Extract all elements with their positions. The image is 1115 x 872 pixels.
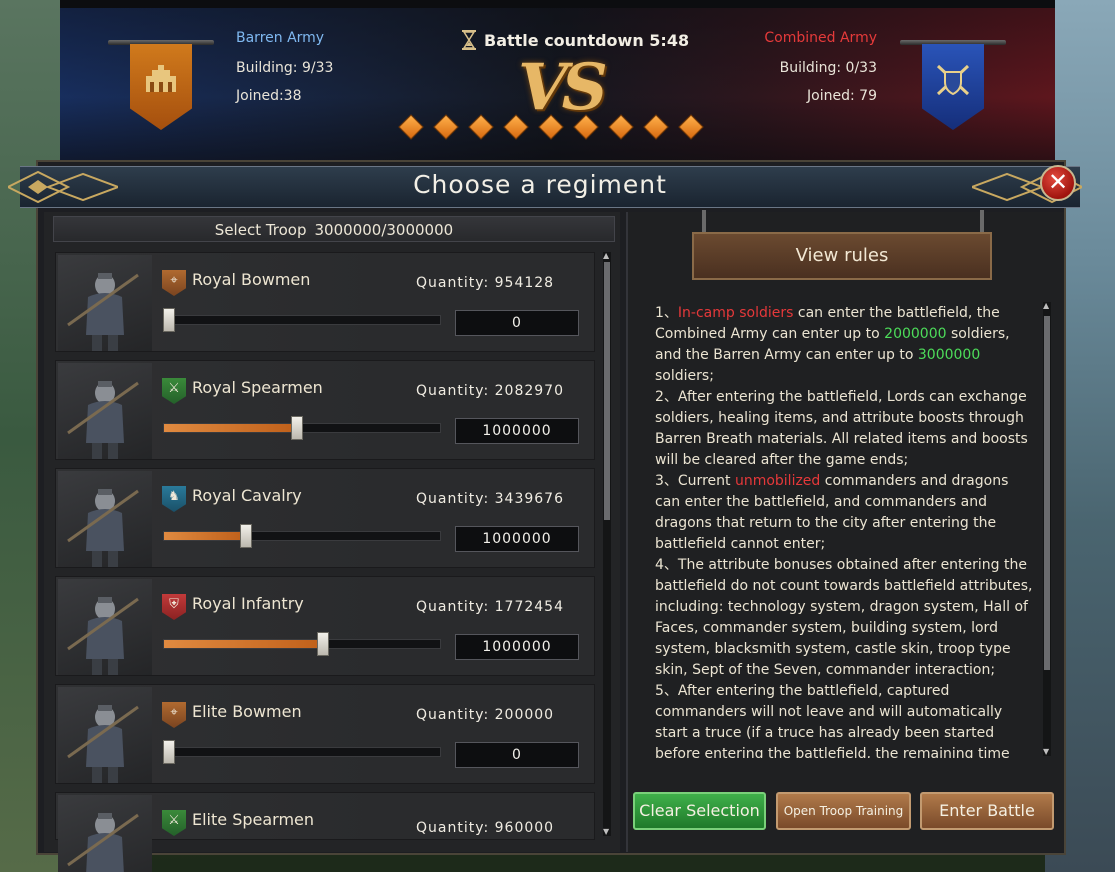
progress-diamonds — [398, 114, 704, 140]
scroll-up-icon[interactable]: ▲ — [1043, 301, 1049, 310]
right-joined-count: Joined: 79 — [807, 88, 877, 104]
rule-1: 1、In-camp soldiers can enter the battlef… — [655, 305, 1010, 384]
quantity-slider[interactable] — [163, 315, 441, 325]
horse-icon: ♞ — [162, 486, 186, 512]
troop-name: Royal Spearmen — [192, 378, 323, 397]
bow-icon: ⌖ — [162, 270, 186, 296]
troop-quantity: Quantity: 200000 — [416, 707, 555, 723]
quantity-slider[interactable] — [163, 639, 441, 649]
castle-icon — [142, 62, 180, 98]
troop-name: Royal Bowmen — [192, 270, 311, 289]
slider-handle[interactable] — [163, 308, 175, 332]
soldier-portrait — [58, 687, 152, 783]
rule-5: 5、After entering the battlefield, captur… — [655, 683, 1010, 758]
diamond-marker — [398, 114, 424, 140]
left-building-count: Building: 9/33 — [236, 60, 334, 76]
select-troop-label: Select Troop — [214, 221, 307, 239]
troop-name: Royal Infantry — [192, 594, 304, 613]
rule-2: 2、After entering the battlefield, Lords … — [655, 389, 1028, 468]
troop-quantity: Quantity: 954128 — [416, 275, 555, 291]
troop-name: Royal Cavalry — [192, 486, 302, 505]
troop-quantity: Quantity: 2082970 — [416, 383, 564, 399]
shield-icon: ⛨ — [162, 594, 186, 620]
close-icon: ✕ — [1047, 168, 1069, 196]
slider-fill — [164, 532, 245, 540]
barren-army-banner — [108, 40, 214, 132]
battle-countdown: Battle countdown 5:48 — [462, 30, 689, 50]
diamond-marker — [503, 114, 529, 140]
dialog-title: Choose a regiment — [413, 170, 667, 199]
troop-row[interactable]: ⌖ Royal Bowmen Quantity: 954128 0 — [55, 252, 595, 352]
quantity-input[interactable]: 1000000 — [455, 526, 579, 552]
quantity-input[interactable]: 0 — [455, 310, 579, 336]
left-joined-count: Joined:38 — [236, 88, 302, 104]
troop-name: Elite Bowmen — [192, 702, 302, 721]
troop-row[interactable]: ⚔ Royal Spearmen Quantity: 2082970 1000000 — [55, 360, 595, 460]
view-rules-button[interactable]: View rules — [692, 232, 992, 280]
scroll-down-icon[interactable]: ▼ — [1043, 747, 1049, 756]
enter-battle-button[interactable]: Enter Battle — [920, 792, 1054, 830]
right-building-count: Building: 0/33 — [779, 60, 877, 76]
spear-icon: ⚔ — [162, 810, 186, 836]
soldier-portrait — [58, 579, 152, 675]
close-button[interactable]: ✕ — [1040, 165, 1076, 201]
soldier-portrait — [58, 363, 152, 459]
combined-army-banner — [900, 40, 1006, 132]
vs-emblem: VS — [518, 50, 608, 125]
scroll-up-icon[interactable]: ▲ — [603, 251, 609, 260]
slider-handle[interactable] — [317, 632, 329, 656]
quantity-input[interactable]: 1000000 — [455, 634, 579, 660]
scrollbar-thumb[interactable] — [604, 262, 610, 520]
troop-quantity: Quantity: 1772454 — [416, 599, 564, 615]
slider-handle[interactable] — [291, 416, 303, 440]
crossed-swords-icon — [934, 62, 972, 98]
slider-fill — [164, 424, 297, 432]
rules-scrollbar[interactable] — [1043, 302, 1051, 756]
hourglass-icon — [462, 30, 476, 50]
quantity-input[interactable]: 0 — [455, 742, 579, 768]
troop-row[interactable]: ♞ Royal Cavalry Quantity: 3439676 1000000 — [55, 468, 595, 568]
diamond-marker — [608, 114, 634, 140]
select-troop-bar: Select Troop 3000000/3000000 — [53, 216, 615, 242]
diamond-marker — [433, 114, 459, 140]
quantity-input[interactable]: 1000000 — [455, 418, 579, 444]
bow-icon: ⌖ — [162, 702, 186, 728]
clear-selection-button[interactable]: Clear Selection — [633, 792, 766, 830]
open-troop-training-button[interactable]: Open Troop Training — [776, 792, 911, 830]
diamond-marker — [573, 114, 599, 140]
troop-row[interactable]: ⚔ Elite Spearmen Quantity: 960000 — [55, 792, 595, 872]
rule-3: 3、Current unmobilized commanders and dra… — [655, 473, 1009, 552]
countdown-text: Battle countdown 5:48 — [484, 31, 690, 50]
troop-name: Elite Spearmen — [192, 810, 315, 829]
slider-handle[interactable] — [240, 524, 252, 548]
scrollbar-thumb[interactable] — [1044, 316, 1050, 670]
slider-fill — [164, 640, 325, 648]
troop-quantity: Quantity: 960000 — [416, 820, 555, 836]
quantity-slider[interactable] — [163, 747, 441, 757]
slider-handle[interactable] — [163, 740, 175, 764]
troop-list-scrollbar[interactable] — [603, 252, 611, 836]
spear-icon: ⚔ — [162, 378, 186, 404]
right-team-name: Combined Army — [764, 30, 877, 46]
troop-row[interactable]: ⛨ Royal Infantry Quantity: 1772454 1000000 — [55, 576, 595, 676]
troop-row[interactable]: ⌖ Elite Bowmen Quantity: 200000 0 — [55, 684, 595, 784]
soldier-portrait — [58, 795, 152, 872]
diamond-marker — [643, 114, 669, 140]
soldier-portrait — [58, 471, 152, 567]
diamond-marker — [468, 114, 494, 140]
select-troop-value: 3000000/3000000 — [314, 221, 454, 239]
troop-quantity: Quantity: 3439676 — [416, 491, 564, 507]
diamond-marker — [678, 114, 704, 140]
diamond-marker — [538, 114, 564, 140]
rules-text: ◇ 1、In-camp soldiers can enter the battl… — [655, 303, 1037, 758]
quantity-slider[interactable] — [163, 531, 441, 541]
left-team-name: Barren Army — [236, 30, 325, 46]
scroll-down-icon[interactable]: ▼ — [603, 827, 609, 836]
rule-4: 4、The attribute bonuses obtained after e… — [655, 557, 1033, 678]
soldier-portrait — [58, 255, 152, 351]
